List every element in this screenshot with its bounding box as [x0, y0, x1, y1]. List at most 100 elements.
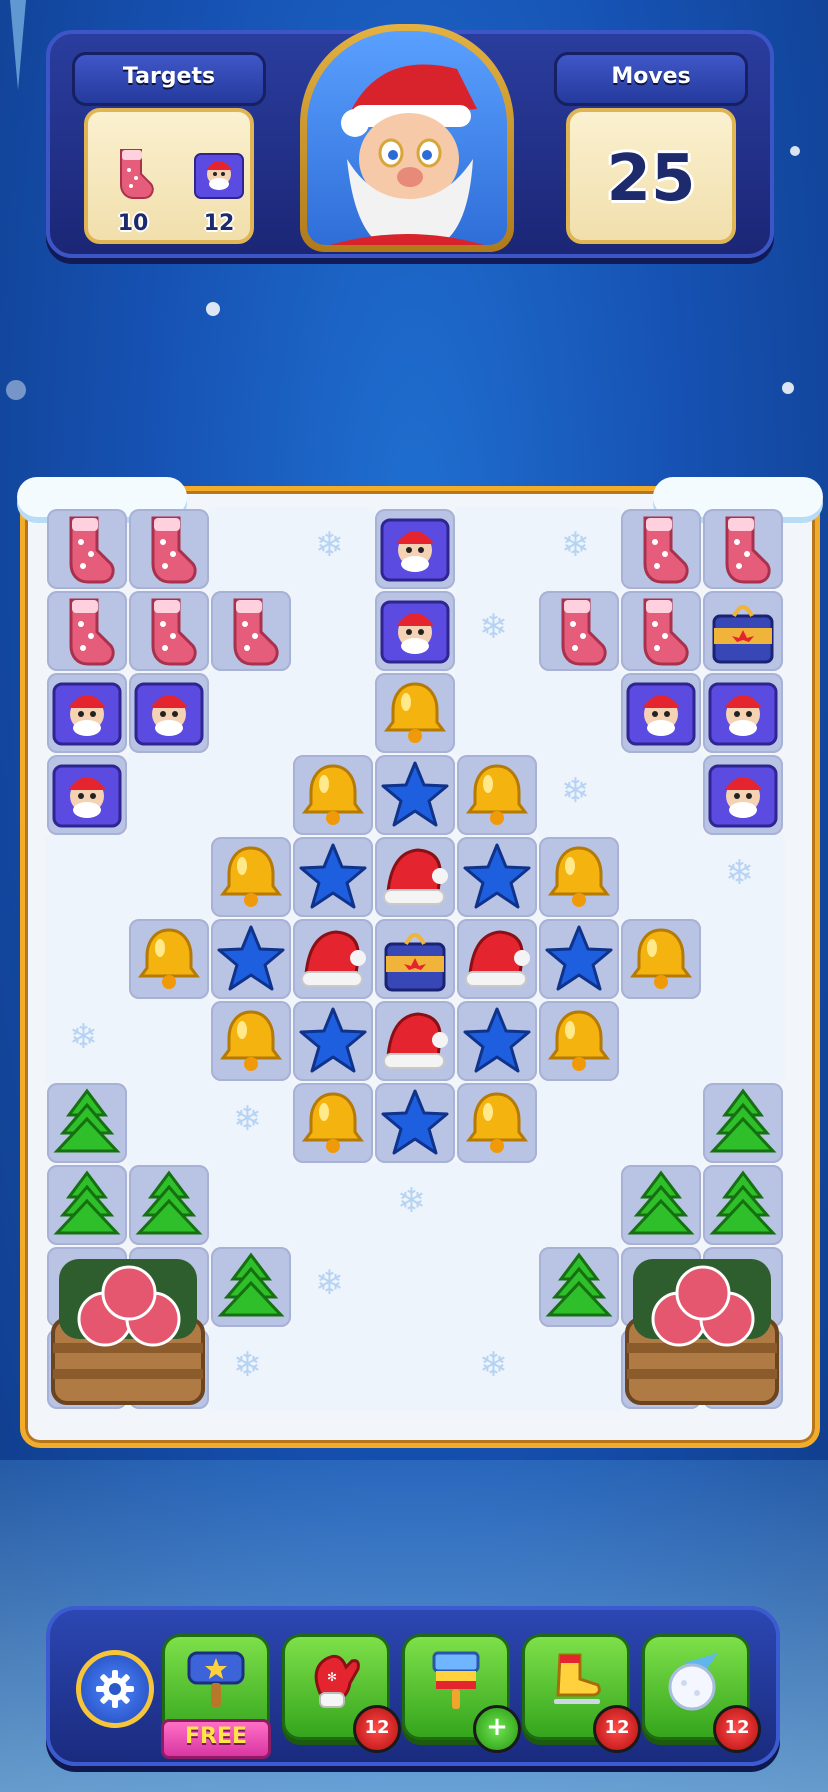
santa-box-piece[interactable]	[47, 755, 127, 835]
bell-piece[interactable]	[621, 919, 701, 999]
snow-tile: ❄	[291, 1245, 375, 1329]
gift-piece[interactable]	[375, 919, 455, 999]
settings-button[interactable]	[76, 1650, 154, 1728]
snow-tile: ❄	[45, 999, 129, 1083]
star-piece[interactable]	[457, 837, 537, 917]
sock-icon	[98, 148, 168, 211]
snow-tile	[291, 1327, 375, 1411]
santa-box-piece[interactable]	[621, 673, 701, 753]
tree-piece[interactable]	[703, 1165, 783, 1245]
snowflake-icon: ❄	[561, 771, 590, 811]
snow-tile	[127, 835, 211, 919]
hammer-booster-button[interactable]: FREE	[161, 1634, 271, 1759]
hat-piece[interactable]	[375, 837, 455, 917]
hat-piece[interactable]	[293, 919, 373, 999]
mitten-booster-button[interactable]: ✻ 12	[282, 1634, 401, 1753]
snowball-booster-button[interactable]: 12	[642, 1634, 761, 1753]
star-piece[interactable]	[293, 1001, 373, 1081]
snowflake-icon: ❄	[479, 607, 508, 647]
skate-booster-button[interactable]: 12	[522, 1634, 641, 1753]
hammer-icon	[165, 1649, 267, 1721]
sock-piece[interactable]	[129, 591, 209, 671]
snow-tile	[701, 917, 785, 1001]
snowflake-icon: ❄	[479, 1345, 508, 1385]
bell-piece[interactable]	[457, 1083, 537, 1163]
bell-piece[interactable]	[293, 755, 373, 835]
snow-tile: ❄	[291, 507, 375, 591]
snow-tile	[45, 917, 129, 1001]
star-piece[interactable]	[375, 755, 455, 835]
snow-tile	[209, 507, 293, 591]
santa-box-piece[interactable]	[129, 673, 209, 753]
snowflake-icon: ❄	[315, 525, 344, 565]
booster-count-badge: 12	[593, 1705, 641, 1753]
snowflake	[206, 302, 220, 316]
gift-piece[interactable]	[703, 591, 783, 671]
star-piece[interactable]	[211, 919, 291, 999]
sock-piece[interactable]	[129, 509, 209, 589]
star-piece[interactable]	[375, 1083, 455, 1163]
bell-piece[interactable]	[539, 1001, 619, 1081]
tree-piece[interactable]	[47, 1165, 127, 1245]
hat-piece[interactable]	[457, 919, 537, 999]
snow-tile	[127, 1081, 211, 1165]
snow-tile	[209, 671, 293, 755]
santa-box-piece[interactable]	[375, 509, 455, 589]
bell-piece[interactable]	[211, 1001, 291, 1081]
bell-piece[interactable]	[539, 837, 619, 917]
snow-tile	[619, 999, 703, 1083]
snow-tile	[537, 671, 621, 755]
bell-piece[interactable]	[293, 1083, 373, 1163]
level-hud: Targets 10 12 Moves 25	[46, 24, 774, 258]
sock-piece[interactable]	[47, 509, 127, 589]
sock-piece[interactable]	[211, 591, 291, 671]
sock-piece[interactable]	[621, 591, 701, 671]
snow-tile	[537, 1327, 621, 1411]
ornament-basket-blocker[interactable]	[621, 1247, 783, 1409]
game-board: ❄ ❄ ❄ ❄ ❄ ❄ ❄ ❄ ❄ ❄ ❄	[17, 477, 823, 1448]
bell-piece[interactable]	[375, 673, 455, 753]
bell-piece[interactable]	[129, 919, 209, 999]
snow-tile	[537, 1163, 621, 1247]
star-piece[interactable]	[293, 837, 373, 917]
target-sock: 10	[98, 148, 168, 236]
tree-piece[interactable]	[129, 1165, 209, 1245]
bell-piece[interactable]	[457, 755, 537, 835]
tree-piece[interactable]	[211, 1247, 291, 1327]
ornament-basket-blocker[interactable]	[47, 1247, 209, 1409]
tree-piece[interactable]	[47, 1083, 127, 1163]
moves-counter: 25	[606, 142, 696, 216]
tree-piece[interactable]	[621, 1165, 701, 1245]
snow-tile: ❄	[455, 589, 539, 673]
icicle	[10, 0, 26, 90]
tree-piece[interactable]	[539, 1247, 619, 1327]
target-santa-box: 12	[184, 148, 254, 236]
hat-piece[interactable]	[375, 1001, 455, 1081]
snow-tile	[127, 753, 211, 837]
snow-tile	[45, 835, 129, 919]
sock-piece[interactable]	[47, 591, 127, 671]
santa-box-piece[interactable]	[47, 673, 127, 753]
svg-text:✻: ✻	[327, 1670, 337, 1684]
snow-tile: ❄	[455, 1327, 539, 1411]
santa-box-piece[interactable]	[703, 755, 783, 835]
booster-count-badge: 12	[353, 1705, 401, 1753]
sock-piece[interactable]	[539, 591, 619, 671]
santa-box-piece[interactable]	[703, 673, 783, 753]
santa-box-piece[interactable]	[375, 591, 455, 671]
snowflake-icon: ❄	[69, 1017, 98, 1057]
brush-booster-button[interactable]: +	[402, 1634, 521, 1753]
sock-piece[interactable]	[621, 509, 701, 589]
tree-piece[interactable]	[703, 1083, 783, 1163]
star-piece[interactable]	[457, 1001, 537, 1081]
booster-add-badge[interactable]: +	[473, 1705, 521, 1753]
target-count: 12	[203, 211, 235, 236]
bell-piece[interactable]	[211, 837, 291, 917]
star-piece[interactable]	[539, 919, 619, 999]
snowflake-icon: ❄	[397, 1181, 426, 1221]
snow-tile	[619, 1081, 703, 1165]
sock-piece[interactable]	[703, 509, 783, 589]
santa-box-icon	[184, 148, 254, 211]
snow-tile	[455, 1245, 539, 1329]
snow-tile	[291, 1163, 375, 1247]
